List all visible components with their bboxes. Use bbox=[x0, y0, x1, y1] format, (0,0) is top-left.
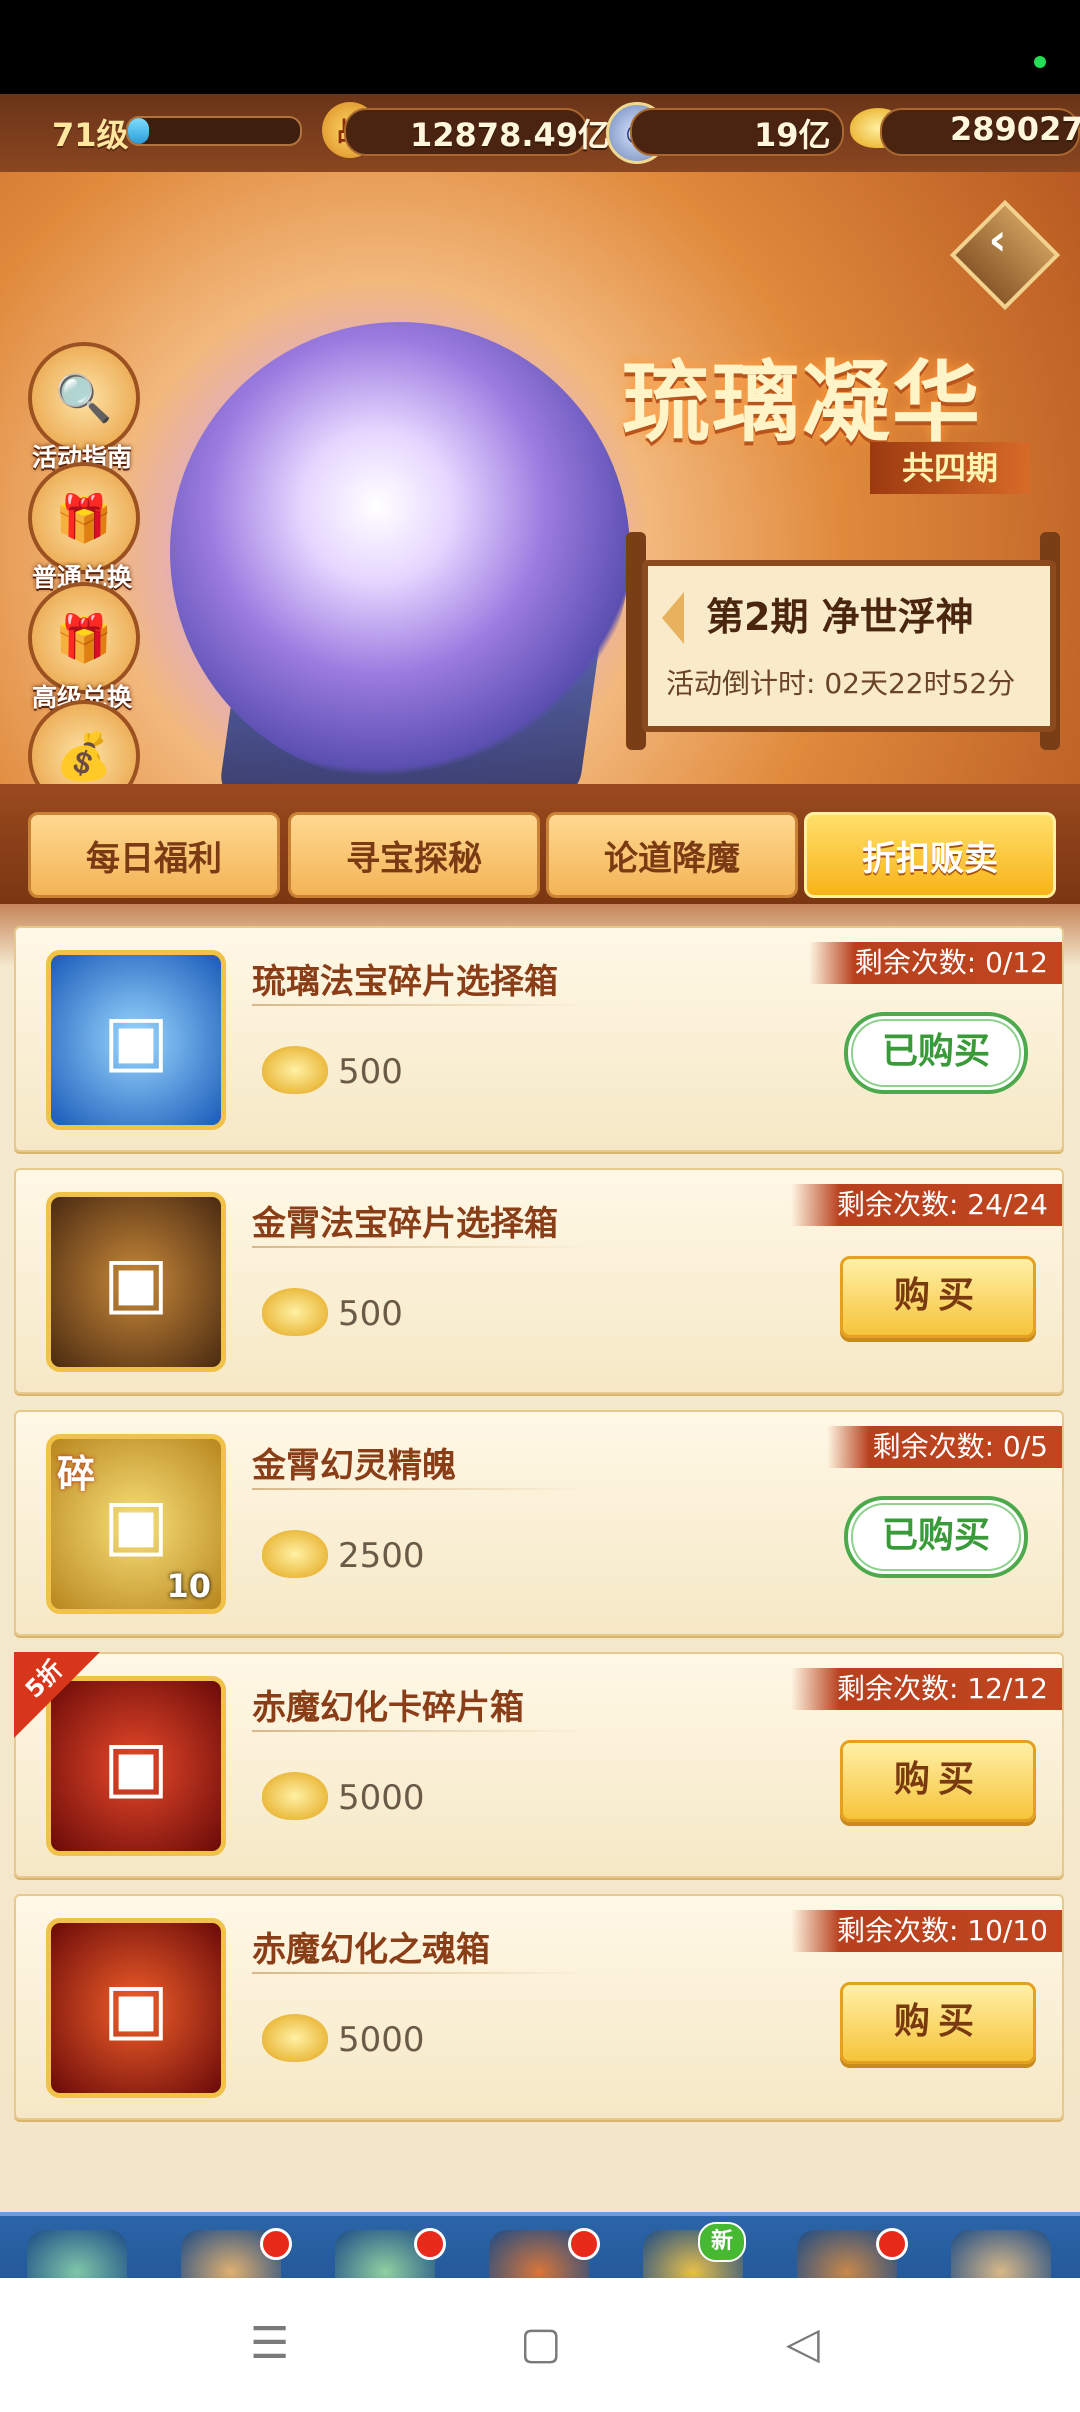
system-nav-bar: ☰ ▢ ◁ bbox=[0, 2278, 1080, 2412]
side-button[interactable]: 🔍 活动指南 bbox=[28, 342, 140, 474]
camera-indicator bbox=[1034, 56, 1046, 68]
bottom-nav: 首页阵容历练副本斗法新背包寻仙 bbox=[0, 2212, 1080, 2278]
remaining-count-badge: 剩余次数: 24/24 bbox=[790, 1184, 1062, 1226]
side-button[interactable]: 🎁 普通兑换 bbox=[28, 462, 140, 594]
game-screen: 71级 战 12878.49亿 ◉ 19亿 289027 ‹ 🔍活动指南🎁普通兑… bbox=[0, 94, 1080, 2278]
treasure-chest-icon: ▣ bbox=[102, 1241, 170, 1323]
buy-button[interactable]: 购买 bbox=[840, 1256, 1036, 1338]
item-name: 金霄幻灵精魄 bbox=[252, 1446, 456, 1486]
silver-value: 19亿 bbox=[754, 116, 831, 154]
shard-mark: 碎 bbox=[57, 1452, 96, 1496]
nav-item[interactable]: 寻仙 bbox=[924, 2216, 1078, 2278]
event-subtitle: 共四期 bbox=[870, 442, 1030, 494]
nav-item[interactable]: 背包 bbox=[770, 2216, 924, 2278]
shop-item: ▣ 琉璃法宝碎片选择箱 500 剩余次数: 0/12 已购买 bbox=[14, 926, 1064, 1152]
home-icon[interactable]: ▢ bbox=[520, 2318, 562, 2369]
item-image[interactable]: ▣ 碎 10 bbox=[46, 1434, 226, 1614]
tab[interactable]: 寻宝探秘 bbox=[288, 812, 540, 898]
period-prev-arrow-icon[interactable] bbox=[662, 592, 684, 644]
divider bbox=[252, 1246, 592, 1248]
remaining-count-badge: 剩余次数: 0/5 bbox=[826, 1426, 1062, 1468]
item-image[interactable]: ▣ bbox=[46, 1918, 226, 2098]
divider bbox=[252, 1972, 592, 1974]
item-price: 500 bbox=[338, 1052, 403, 1092]
gold-ingot-icon bbox=[262, 1046, 328, 1094]
gold-ingot-icon bbox=[262, 1772, 328, 1820]
resource-bar: 71级 战 12878.49亿 ◉ 19亿 289027 bbox=[0, 94, 1080, 172]
item-name: 赤魔幻化之魂箱 bbox=[252, 1930, 490, 1970]
item-name: 琉璃法宝碎片选择箱 bbox=[252, 962, 558, 1002]
countdown-text: 活动倒计时: 02天22时52分 bbox=[666, 667, 1016, 700]
xp-fill bbox=[128, 118, 149, 144]
chevron-left-icon: ‹ bbox=[988, 214, 1007, 266]
gold-ingot-icon bbox=[262, 1530, 328, 1578]
tab[interactable]: 每日福利 bbox=[28, 812, 280, 898]
shop-item: ▣ 金霄法宝碎片选择箱 500 剩余次数: 24/24 购买 bbox=[14, 1168, 1064, 1394]
item-name: 金霄法宝碎片选择箱 bbox=[252, 1204, 558, 1244]
bought-button[interactable]: 已购买 bbox=[844, 1012, 1028, 1094]
period-board: 第2期 净世浮神 活动倒计时: 02天22时52分 bbox=[642, 560, 1056, 732]
nav-item[interactable]: 历练 bbox=[308, 2216, 462, 2278]
gold-ingot-icon bbox=[262, 1288, 328, 1336]
remaining-count-badge: 剩余次数: 0/12 bbox=[808, 942, 1062, 984]
remaining-count-badge: 剩余次数: 10/10 bbox=[790, 1910, 1062, 1952]
notification-dot bbox=[414, 2228, 446, 2260]
shop-item-list: ▣ 琉璃法宝碎片选择箱 500 剩余次数: 0/12 已购买 ▣ 金霄法宝碎片选择箱 500 剩… bbox=[14, 926, 1064, 2136]
menu-icon[interactable]: ☰ bbox=[250, 2318, 289, 2369]
item-price: 2500 bbox=[338, 1536, 425, 1576]
treasure-chest-icon: ▣ bbox=[102, 1483, 170, 1565]
player-level: 71级 bbox=[52, 116, 129, 154]
buy-button[interactable]: 购买 bbox=[840, 1982, 1036, 2064]
treasure-chest-icon: ▣ bbox=[102, 999, 170, 1081]
item-name: 赤魔幻化卡碎片箱 bbox=[252, 1688, 524, 1728]
battle-power-value: 12878.49亿 bbox=[410, 116, 611, 154]
item-price: 5000 bbox=[338, 1778, 425, 1818]
nav-item-icon bbox=[951, 2230, 1051, 2278]
nav-item-icon bbox=[27, 2230, 127, 2278]
bought-button[interactable]: 已购买 bbox=[844, 1496, 1028, 1578]
remaining-count-badge: 剩余次数: 12/12 bbox=[790, 1668, 1062, 1710]
nav-item[interactable]: 斗法新 bbox=[616, 2216, 770, 2278]
shop-item: ▣ 碎 10 金霄幻灵精魄 2500 剩余次数: 0/5 已购买 bbox=[14, 1410, 1064, 1636]
divider bbox=[252, 1730, 592, 1732]
shop-item: ▣ 赤魔幻化之魂箱 5000 剩余次数: 10/10 购买 bbox=[14, 1894, 1064, 2120]
nav-item[interactable]: 副本 bbox=[462, 2216, 616, 2278]
notification-dot bbox=[876, 2228, 908, 2260]
tab[interactable]: 论道降魔 bbox=[546, 812, 798, 898]
item-price: 5000 bbox=[338, 2020, 425, 2060]
item-image[interactable]: ▣ bbox=[46, 950, 226, 1130]
back-icon[interactable]: ◁ bbox=[786, 2318, 820, 2369]
shard-count: 10 bbox=[166, 1567, 211, 1605]
new-badge: 新 bbox=[698, 2222, 746, 2262]
status-bar bbox=[0, 0, 1080, 94]
event-banner: ‹ 🔍活动指南🎁普通兑换🎁高级兑换💰超值基金 琉璃凝华 共四期 第2期 净世浮神… bbox=[0, 172, 1080, 862]
period-name: 第2期 净世浮神 bbox=[706, 595, 974, 639]
item-image[interactable]: ▣ bbox=[46, 1192, 226, 1372]
divider bbox=[252, 1488, 592, 1490]
back-button[interactable]: ‹ bbox=[949, 199, 1061, 311]
nav-item[interactable]: 阵容 bbox=[154, 2216, 308, 2278]
lotus-orb-art bbox=[170, 322, 630, 782]
treasure-chest-icon: ▣ bbox=[102, 1725, 170, 1807]
divider bbox=[252, 1004, 592, 1006]
nav-item[interactable]: 首页 bbox=[0, 2216, 154, 2278]
xp-bar bbox=[126, 116, 302, 146]
side-button[interactable]: 🎁 高级兑换 bbox=[28, 582, 140, 714]
buy-button[interactable]: 购买 bbox=[840, 1740, 1036, 1822]
shop-item: ▣ 5折 赤魔幻化卡碎片箱 5000 剩余次数: 12/12 购买 bbox=[14, 1652, 1064, 1878]
tab[interactable]: 折扣贩卖 bbox=[804, 812, 1056, 898]
gold-value: 289027 bbox=[950, 110, 1080, 148]
event-title: 琉璃凝华 bbox=[622, 351, 983, 454]
notification-dot bbox=[260, 2228, 292, 2260]
gold-ingot-icon bbox=[262, 2014, 328, 2062]
item-price: 500 bbox=[338, 1294, 403, 1334]
notification-dot bbox=[568, 2228, 600, 2260]
treasure-chest-icon: ▣ bbox=[102, 1967, 170, 2049]
